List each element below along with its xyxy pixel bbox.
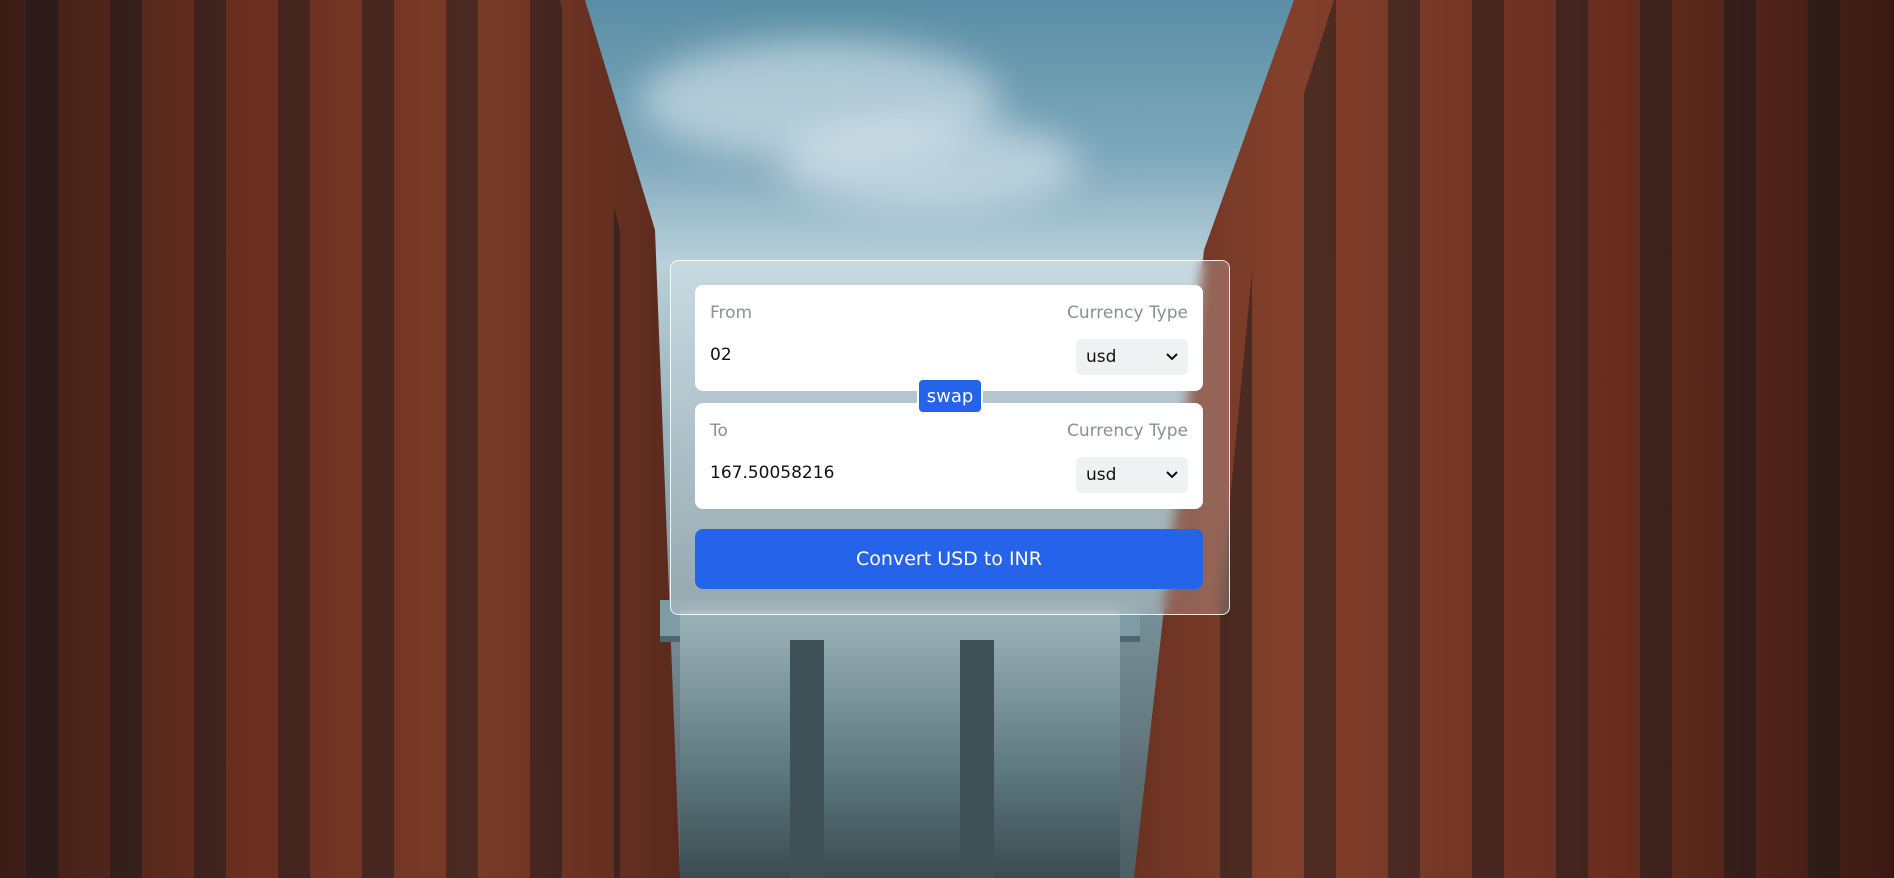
to-amount-input[interactable] xyxy=(710,463,1040,483)
to-currency-select[interactable]: usd xyxy=(1076,457,1188,493)
convert-button[interactable]: Convert USD to INR xyxy=(695,529,1203,589)
converter-panel: From Currency Type usd To Currency Type … xyxy=(670,260,1230,615)
from-currency-type-label: Currency Type xyxy=(1066,303,1188,323)
from-amount-input[interactable] xyxy=(710,345,1040,365)
bridge xyxy=(680,610,1120,878)
swap-button[interactable]: swap xyxy=(917,378,983,414)
from-label: From xyxy=(710,303,753,323)
from-box: From Currency Type usd xyxy=(695,285,1203,391)
to-label: To xyxy=(710,421,728,441)
to-currency-value: usd xyxy=(1086,465,1117,485)
to-currency-type-label: Currency Type xyxy=(1066,421,1188,441)
chevron-down-icon xyxy=(1166,467,1178,483)
to-box: To Currency Type usd xyxy=(695,403,1203,509)
from-currency-select[interactable]: usd xyxy=(1076,339,1188,375)
chevron-down-icon xyxy=(1166,349,1178,365)
from-currency-value: usd xyxy=(1086,347,1117,367)
